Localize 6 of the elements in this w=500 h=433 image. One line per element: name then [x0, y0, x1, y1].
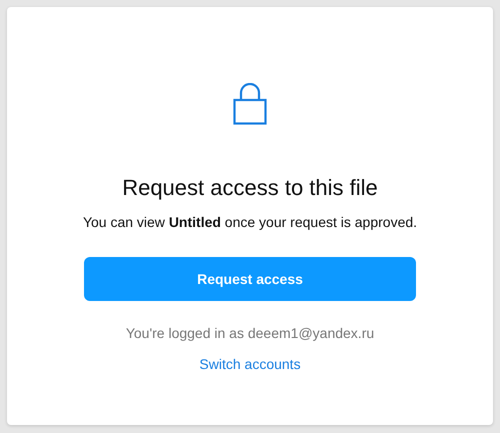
padlock-icon — [233, 83, 267, 125]
dialog-message: You can view Untitled once your request is approved. — [82, 213, 418, 232]
dialog-title: Request access to this file — [122, 174, 378, 202]
request-access-button[interactable]: Request access — [84, 257, 416, 301]
switch-accounts-link[interactable]: Switch accounts — [199, 354, 301, 374]
account-note: You're logged in as deeem1@yandex.ru — [126, 324, 374, 343]
